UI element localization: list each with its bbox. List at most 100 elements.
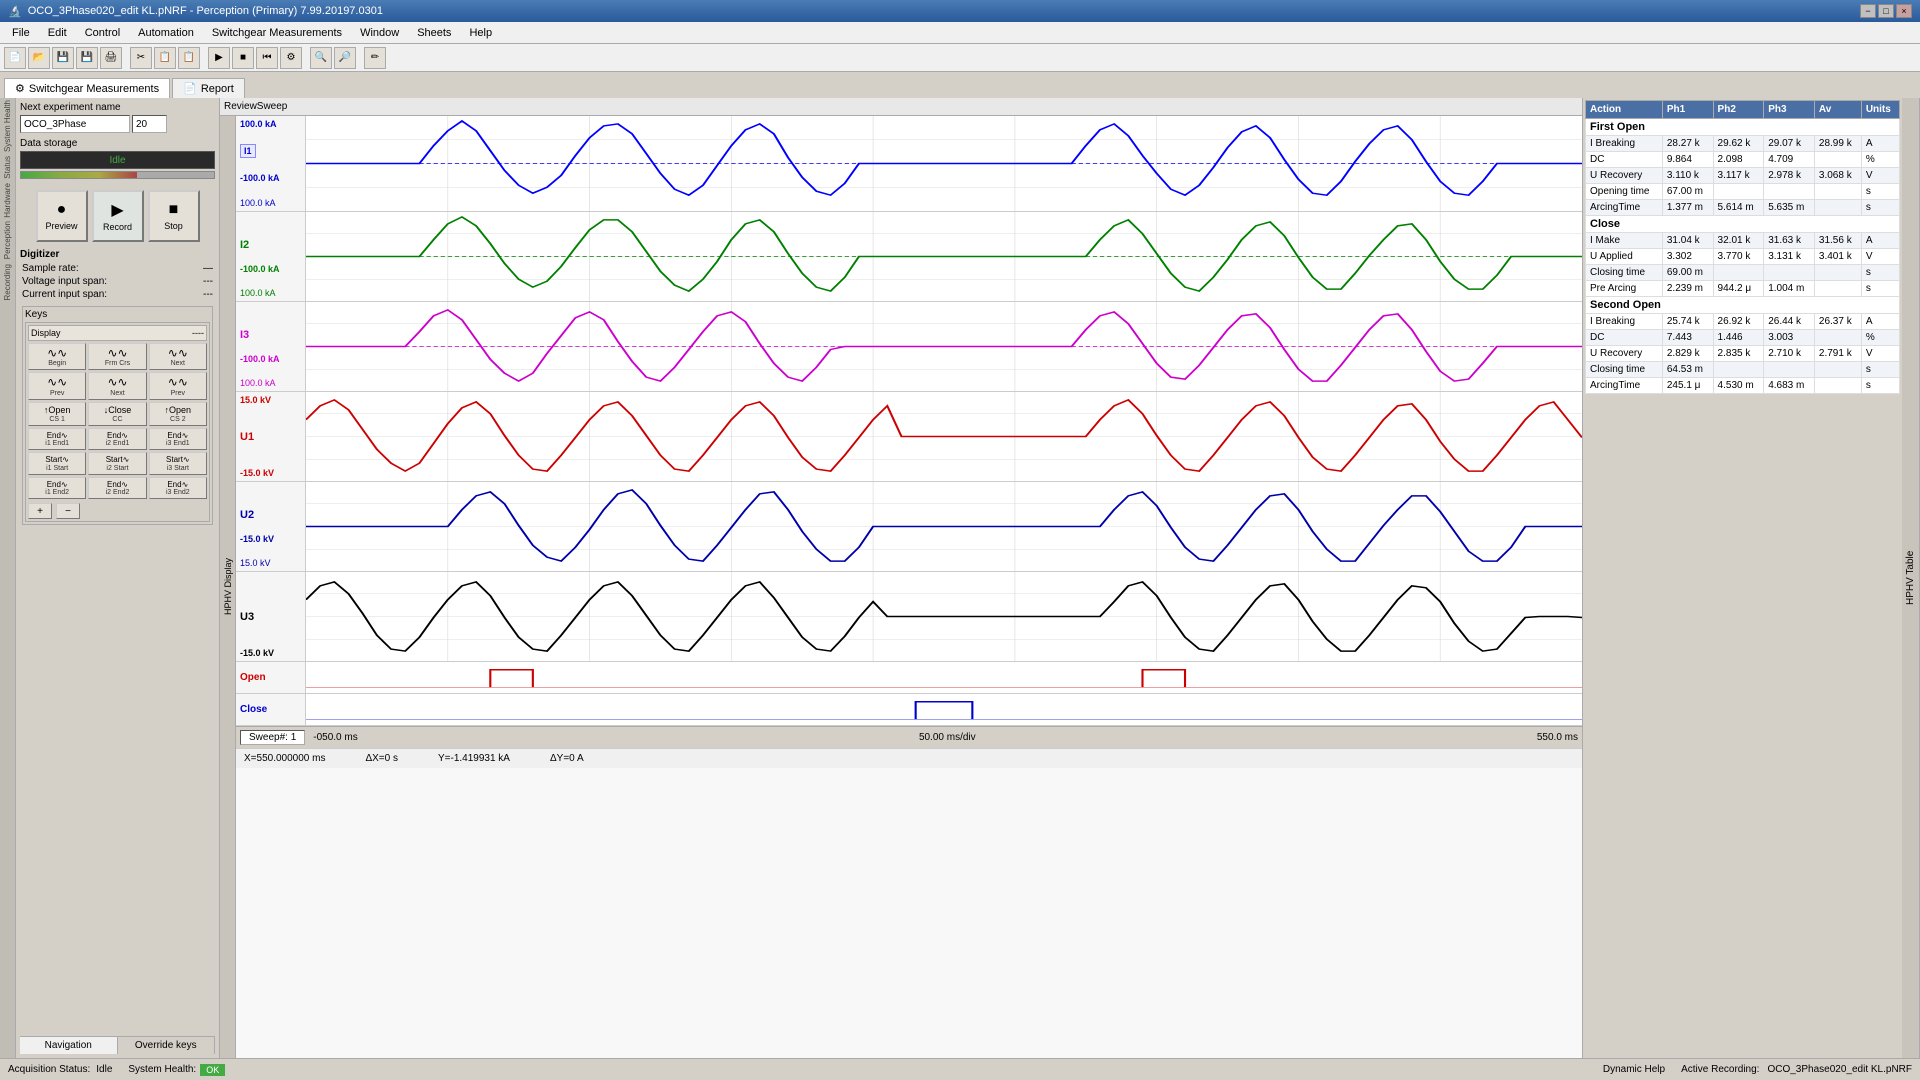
key-i3end1[interactable]: End∿i3 End1: [149, 428, 207, 451]
menu-switchgear[interactable]: Switchgear Measurements: [204, 25, 350, 41]
tb-copy[interactable]: 📋: [154, 47, 176, 69]
key-prev-1[interactable]: ∿∿Prev: [28, 372, 86, 399]
key-frm-crs[interactable]: ∿∿Frm Crs: [88, 343, 146, 370]
menu-help[interactable]: Help: [461, 25, 500, 41]
tb-settings[interactable]: ⚙: [280, 47, 302, 69]
tb-new[interactable]: 📄: [4, 47, 26, 69]
tb-zoom-in[interactable]: 🔍: [310, 47, 332, 69]
sweep-label: ReviewSweep: [220, 98, 1582, 116]
cursor-y: Y=-1.419931 kA: [438, 753, 510, 764]
minimize-button[interactable]: −: [1860, 4, 1876, 18]
recording-file: OCO_3Phase020_edit KL.pNRF: [1767, 1064, 1912, 1075]
menu-window[interactable]: Window: [352, 25, 407, 41]
menu-control[interactable]: Control: [77, 25, 128, 41]
hphv-side-label: HPHV Table: [1902, 98, 1920, 1058]
nav-tabs: Navigation Override keys: [20, 1036, 215, 1054]
tab-switchgear[interactable]: ⚙ Switchgear Measurements: [4, 78, 170, 98]
system-health-status: System Health: OK: [128, 1064, 225, 1076]
current-span-row: Current input span: ---: [22, 288, 213, 301]
key-begin[interactable]: ∿∿Begin: [28, 343, 86, 370]
key-cs1[interactable]: ↑OpenCS 1: [28, 402, 86, 426]
nav-tab-navigation[interactable]: Navigation: [20, 1037, 118, 1054]
maximize-button[interactable]: □: [1878, 4, 1894, 18]
cursor-info-bar: X=550.000000 ms ΔX=0 s Y=-1.419931 kA ΔY…: [236, 748, 1582, 768]
i2-bot-val: -100.0 kA: [240, 264, 301, 274]
menu-bar: File Edit Control Automation Switchgear …: [0, 22, 1920, 44]
tb-cut[interactable]: ✂: [130, 47, 152, 69]
u2-waveform: [306, 482, 1582, 571]
channels-container: 100.0 kA I1 -100.0 kA 100.0 kA: [236, 116, 1582, 1058]
tab-report[interactable]: 📄 Report: [172, 78, 245, 98]
u1-bot-val: -15.0 kV: [240, 468, 301, 478]
menu-file[interactable]: File: [4, 25, 38, 41]
menu-edit[interactable]: Edit: [40, 25, 75, 41]
menu-automation[interactable]: Automation: [130, 25, 202, 41]
tab-bar: ⚙ Switchgear Measurements 📄 Report: [0, 72, 1920, 98]
cell-units: A: [1861, 136, 1899, 152]
u2-bot-val: -15.0 kV: [240, 534, 301, 544]
tb-paste[interactable]: 📋: [178, 47, 200, 69]
key-i1end2[interactable]: End∿i1 End2: [28, 477, 86, 500]
tb-pencil[interactable]: ✏: [364, 47, 386, 69]
key-i2end1[interactable]: End∿i2 End1: [88, 428, 146, 451]
key-i2end2[interactable]: End∿i2 End2: [88, 477, 146, 500]
key-next-2[interactable]: ∿∿Next: [88, 372, 146, 399]
key-i2start[interactable]: Start∿i2 Start: [88, 452, 146, 475]
remove-key-button[interactable]: −: [56, 503, 80, 519]
channel-u3: 15.0 kV U3 -15.0 kV: [236, 572, 1582, 662]
window-title: OCO_3Phase020_edit KL.pNRF - Perception …: [28, 5, 1860, 17]
experiment-name-input[interactable]: [20, 115, 130, 133]
i1-top-val: 100.0 kA: [240, 119, 301, 129]
hphv-display-label: HPHV Display: [220, 116, 236, 1058]
experiment-num-input[interactable]: [132, 115, 167, 133]
cell-av: 28.99 k: [1814, 136, 1861, 152]
col-units: Units: [1861, 101, 1899, 119]
col-av: Av: [1814, 101, 1861, 119]
tb-save[interactable]: 💾: [52, 47, 74, 69]
record-button[interactable]: ▶ Record: [92, 190, 144, 242]
tb-save2[interactable]: 💾: [76, 47, 98, 69]
channel-i3: 100.0 kA I3 -100.0 kA 100.0 kA: [236, 302, 1582, 392]
key-i3start[interactable]: Start∿i3 Start: [149, 452, 207, 475]
key-i1end1[interactable]: End∿i1 End1: [28, 428, 86, 451]
row-u-applied: U Applied 3.302 3.770 k 3.131 k 3.401 k …: [1586, 249, 1900, 265]
u2-side: 15.0 kV U2 -15.0 kV 15.0 kV: [236, 482, 306, 571]
i3-mid-val: 100.0 kA: [240, 378, 301, 388]
key-cc[interactable]: ↓CloseCC: [88, 402, 146, 426]
section-first-open: First Open: [1586, 119, 1900, 136]
close-label: Close: [240, 704, 301, 715]
preview-button[interactable]: ● Preview: [36, 190, 88, 242]
cursor-x: X=550.000000 ms: [244, 753, 325, 764]
key-grid: ∿∿Begin ∿∿Frm Crs ∿∿Next ∿∿Prev ∿∿Next ∿…: [28, 343, 207, 499]
row-closing-time-1: Closing time 69.00 m s: [1586, 265, 1900, 281]
tb-zoom-out[interactable]: 🔎: [334, 47, 356, 69]
right-panel-container: Action Ph1 Ph2 Ph3 Av Units First Open: [1582, 98, 1920, 1058]
tb-rewind[interactable]: ⏮: [256, 47, 278, 69]
stop-button[interactable]: ■ Stop: [148, 190, 200, 242]
u1-side: 15.0 kV U1 -15.0 kV: [236, 392, 306, 481]
u1-top-val: 15.0 kV: [240, 395, 301, 405]
close-button[interactable]: ×: [1896, 4, 1912, 18]
menu-sheets[interactable]: Sheets: [409, 25, 459, 41]
i1-bot-val: -100.0 kA: [240, 173, 301, 183]
cell-action: I Breaking: [1586, 136, 1663, 152]
tb-play[interactable]: ▶: [208, 47, 230, 69]
right-panel: Action Ph1 Ph2 Ph3 Av Units First Open: [1582, 98, 1902, 1058]
key-cs2[interactable]: ↑OpenCS 2: [149, 402, 207, 426]
i1-side: 100.0 kA I1 -100.0 kA 100.0 kA: [236, 116, 306, 211]
key-prev-2[interactable]: ∿∿Prev: [149, 372, 207, 399]
channel-u1: 15.0 kV U1 -15.0 kV: [236, 392, 1582, 482]
status-display: Idle: [20, 151, 215, 169]
tb-print[interactable]: 🖨: [100, 47, 122, 69]
key-next-1[interactable]: ∿∿Next: [149, 343, 207, 370]
key-i3end2[interactable]: End∿i3 End2: [149, 477, 207, 500]
section-close: Close: [1586, 216, 1900, 233]
tb-stop[interactable]: ■: [232, 47, 254, 69]
tb-open[interactable]: 📂: [28, 47, 50, 69]
channel-i1: 100.0 kA I1 -100.0 kA 100.0 kA: [236, 116, 1582, 212]
nav-tab-override[interactable]: Override keys: [118, 1037, 216, 1054]
u2-label: U2: [240, 509, 254, 521]
add-key-button[interactable]: +: [28, 503, 52, 519]
experiment-section: Next experiment name: [20, 102, 215, 135]
key-i1start[interactable]: Start∿i1 Start: [28, 452, 86, 475]
